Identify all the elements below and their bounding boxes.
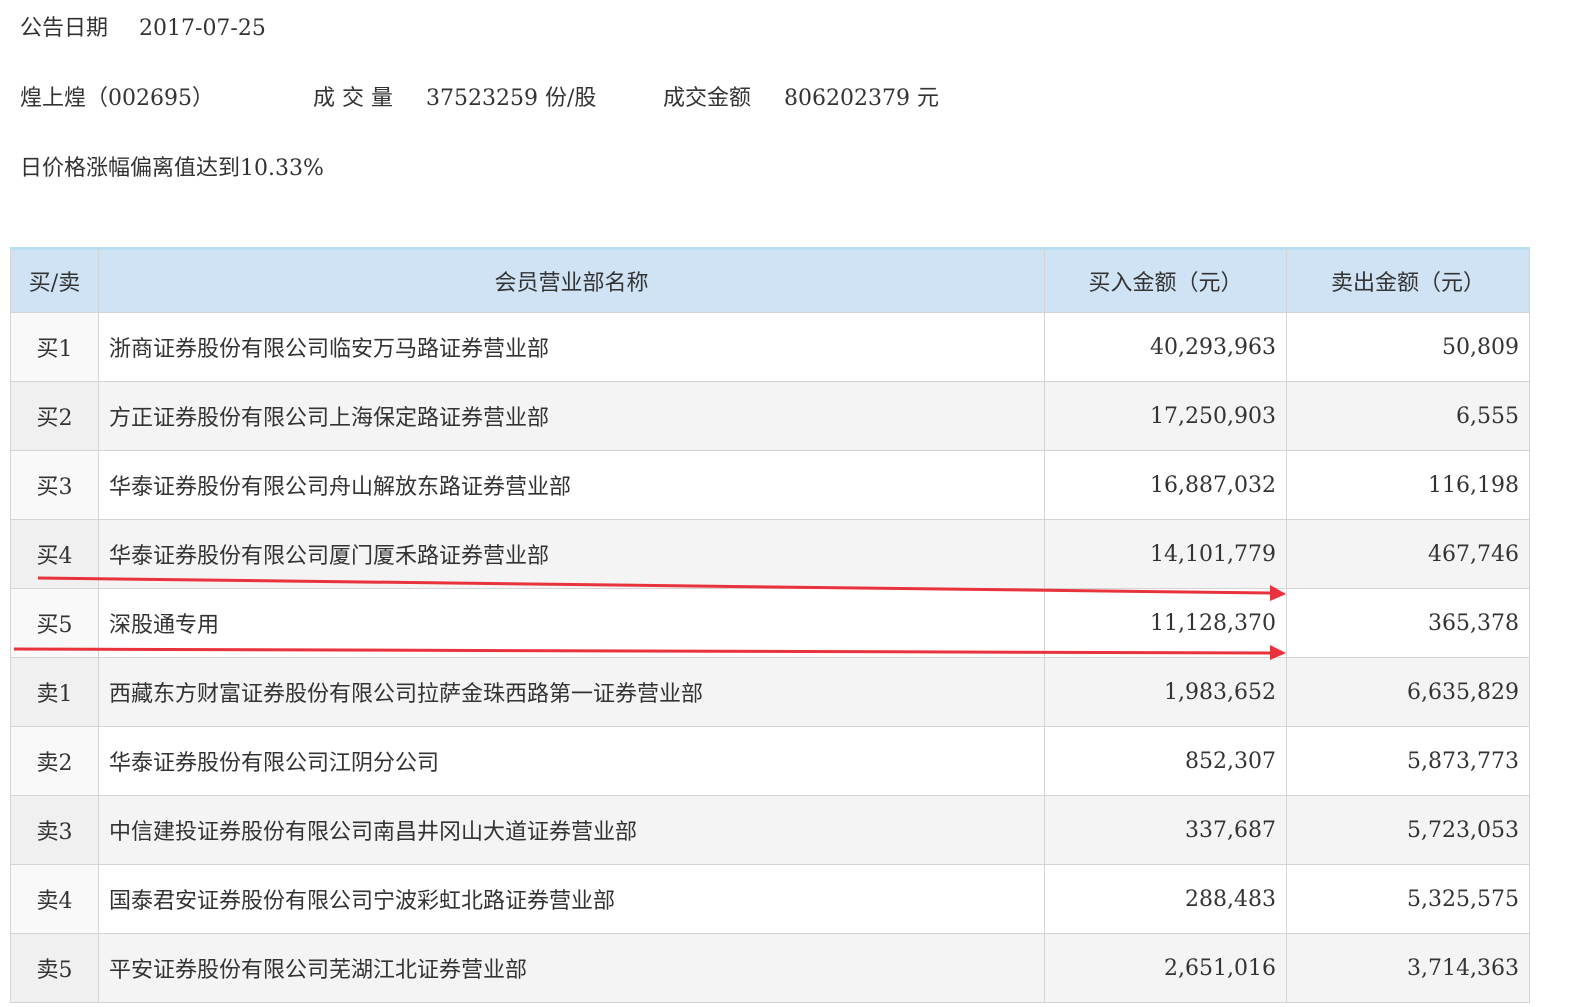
row-member-name: 华泰证券股份有限公司厦门厦禾路证券营业部 (98, 519, 1045, 589)
row-member-name: 方正证券股份有限公司上海保定路证券营业部 (98, 381, 1045, 451)
row-side: 卖4 (10, 864, 99, 934)
header-member-name: 会员营业部名称 (98, 248, 1045, 313)
row-buy-amount: 14,101,779 (1044, 519, 1287, 589)
row-sell-amount: 116,198 (1286, 450, 1530, 520)
row-buy-amount: 1,983,652 (1044, 657, 1287, 727)
row-sell-amount: 5,873,773 (1286, 726, 1530, 796)
row-side: 买2 (10, 381, 99, 451)
header-side: 买/卖 (10, 248, 99, 313)
row-member-name: 国泰君安证券股份有限公司宁波彩虹北路证券营业部 (98, 864, 1045, 934)
row-side: 卖1 (10, 657, 99, 727)
trading-seats-table-container: 买/卖 会员营业部名称 买入金额（元） 卖出金额（元） 买1 浙商证券股份有限公… (10, 247, 1530, 1003)
listing-reason: 日价格涨幅偏离值达到10.33% (20, 156, 324, 181)
row-member-name: 西藏东方财富证券股份有限公司拉萨金珠西路第一证券营业部 (98, 657, 1045, 727)
table-row: 买3 华泰证券股份有限公司舟山解放东路证券营业部 16,887,032 116,… (10, 450, 1530, 520)
row-sell-amount: 467,746 (1286, 519, 1530, 589)
row-sell-amount: 365,378 (1286, 588, 1530, 658)
row-member-name: 华泰证券股份有限公司舟山解放东路证券营业部 (98, 450, 1045, 520)
row-buy-amount: 852,307 (1044, 726, 1287, 796)
amount-label: 成交金额 (663, 86, 752, 111)
table-header-row: 买/卖 会员营业部名称 买入金额（元） 卖出金额（元） (10, 248, 1530, 313)
row-buy-amount: 17,250,903 (1044, 381, 1287, 451)
row-buy-amount: 288,483 (1044, 864, 1287, 934)
row-member-name: 平安证券股份有限公司芜湖江北证券营业部 (98, 933, 1045, 1003)
header-sell-amount: 卖出金额（元） (1286, 248, 1530, 313)
table-row: 卖1 西藏东方财富证券股份有限公司拉萨金珠西路第一证券营业部 1,983,652… (10, 657, 1530, 727)
row-sell-amount: 6,635,829 (1286, 657, 1530, 727)
row-sell-amount: 50,809 (1286, 312, 1530, 382)
date-label: 公告日期 (20, 16, 109, 41)
table-row: 卖5 平安证券股份有限公司芜湖江北证券营业部 2,651,016 3,714,3… (10, 933, 1530, 1003)
table-row: 卖2 华泰证券股份有限公司江阴分公司 852,307 5,873,773 (10, 726, 1530, 796)
row-sell-amount: 3,714,363 (1286, 933, 1530, 1003)
row-buy-amount: 40,293,963 (1044, 312, 1287, 382)
volume-value: 37523259 份/股 (426, 86, 597, 111)
row-sell-amount: 5,723,053 (1286, 795, 1530, 865)
row-side: 买3 (10, 450, 99, 520)
announcement-date-line: 公告日期 2017-07-25 (20, 10, 266, 42)
table-row: 买5 深股通专用 11,128,370 365,378 (10, 588, 1530, 658)
volume-label: 成 交 量 (313, 86, 393, 111)
row-member-name: 深股通专用 (98, 588, 1045, 658)
row-side: 买5 (10, 588, 99, 658)
table-row: 买2 方正证券股份有限公司上海保定路证券营业部 17,250,903 6,555 (10, 381, 1530, 451)
row-buy-amount: 2,651,016 (1044, 933, 1287, 1003)
amount-value: 806202379 元 (784, 86, 939, 111)
table-row: 卖3 中信建投证券股份有限公司南昌井冈山大道证券营业部 337,687 5,72… (10, 795, 1530, 865)
table-row: 卖4 国泰君安证券股份有限公司宁波彩虹北路证券营业部 288,483 5,325… (10, 864, 1530, 934)
row-member-name: 中信建投证券股份有限公司南昌井冈山大道证券营业部 (98, 795, 1045, 865)
stock-summary-line: 煌上煌（002695） 成 交 量 37523259 份/股 成交金额 8062… (20, 80, 939, 112)
row-member-name: 华泰证券股份有限公司江阴分公司 (98, 726, 1045, 796)
row-side: 卖2 (10, 726, 99, 796)
row-sell-amount: 6,555 (1286, 381, 1530, 451)
row-side: 卖3 (10, 795, 99, 865)
trading-seats-table: 买/卖 会员营业部名称 买入金额（元） 卖出金额（元） 买1 浙商证券股份有限公… (10, 247, 1530, 1003)
stock-name: 煌上煌（002695） (20, 86, 214, 111)
row-side: 买1 (10, 312, 99, 382)
header-buy-amount: 买入金额（元） (1044, 248, 1287, 313)
row-member-name: 浙商证券股份有限公司临安万马路证券营业部 (98, 312, 1045, 382)
table-row: 买1 浙商证券股份有限公司临安万马路证券营业部 40,293,963 50,80… (10, 312, 1530, 382)
row-side: 卖5 (10, 933, 99, 1003)
row-sell-amount: 5,325,575 (1286, 864, 1530, 934)
row-buy-amount: 337,687 (1044, 795, 1287, 865)
table-row: 买4 华泰证券股份有限公司厦门厦禾路证券营业部 14,101,779 467,7… (10, 519, 1530, 589)
row-buy-amount: 16,887,032 (1044, 450, 1287, 520)
row-buy-amount: 11,128,370 (1044, 588, 1287, 658)
date-value: 2017-07-25 (139, 16, 266, 41)
row-side: 买4 (10, 519, 99, 589)
